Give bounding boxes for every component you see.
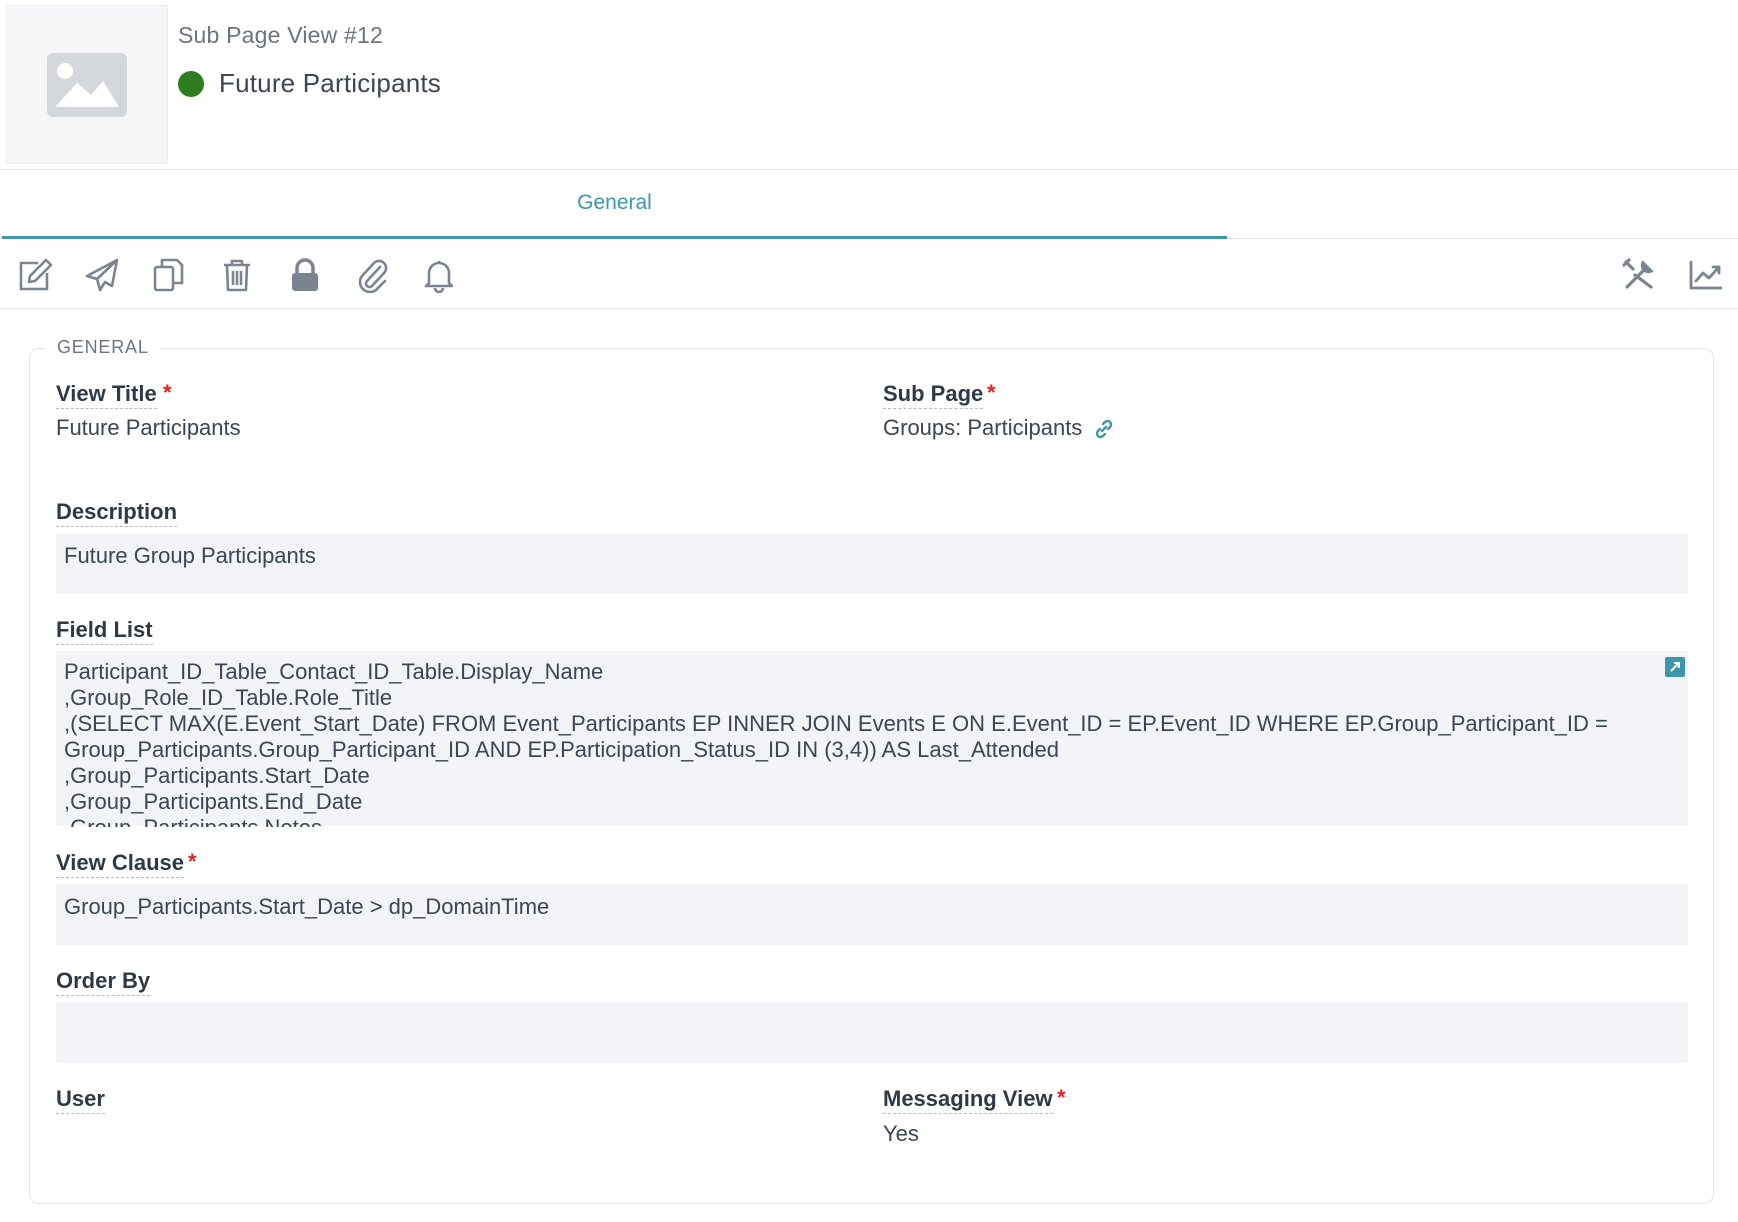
paperclip-icon [358,259,388,293]
field-list-label: Field List [56,617,153,645]
required-asterisk: * [987,380,996,405]
tab-general[interactable]: General [2,170,1227,239]
notification-button[interactable] [419,255,459,295]
view-clause-value: Group_Participants.Start_Date > dp_Domai… [64,894,550,919]
field-list-value: Participant_ID_Table_Contact_ID_Table.Di… [64,659,1608,827]
bell-icon [424,261,454,293]
messaging-view-label: Messaging View [883,1086,1053,1114]
record-header: Sub Page View #12 Future Participants [0,0,1738,170]
sub-page-value-row: Groups: Participants [883,415,1114,441]
view-clause-field[interactable]: Group_Participants.Start_Date > dp_Domai… [56,884,1688,945]
send-icon [85,258,119,292]
record-toolbar [0,239,1738,309]
edit-icon [19,258,53,291]
tools-icon [1622,258,1654,289]
required-asterisk: * [188,849,197,874]
order-by-label: Order By [56,968,151,996]
view-clause-label: View Clause [56,850,184,878]
lock-icon [292,258,318,291]
view-title-value: Future Participants [56,415,241,440]
chart-icon [1689,260,1723,290]
lock-button[interactable] [285,255,325,295]
required-asterisk: * [163,380,172,405]
analytics-button[interactable] [1686,255,1726,295]
copy-button[interactable] [149,255,189,295]
description-field[interactable]: Future Group Participants [56,533,1688,594]
record-title-row: Future Participants [178,68,441,99]
section-legend: GENERAL [45,337,161,358]
tab-general-label: General [577,191,652,214]
image-icon [47,53,127,117]
description-value: Future Group Participants [64,543,316,568]
copy-icon [153,258,184,292]
sub-page-value: Groups: Participants [883,415,1083,440]
messaging-view-value: Yes [883,1121,919,1146]
expand-button[interactable] [1665,657,1685,677]
user-label: User [56,1086,105,1114]
delete-button[interactable] [217,255,257,295]
view-title-label: View Title [56,381,157,409]
record-title: Future Participants [219,68,442,98]
sub-page-label: Sub Page [883,381,984,409]
link-icon[interactable] [1094,419,1114,439]
tools-button[interactable] [1619,255,1659,295]
description-label: Description [56,499,178,527]
edit-button[interactable] [15,255,55,295]
status-dot-icon [178,70,204,97]
order-by-field[interactable] [56,1002,1688,1063]
attach-button[interactable] [352,255,392,295]
record-image-placeholder[interactable] [6,5,168,164]
record-subtitle: Sub Page View #12 [178,22,384,48]
tab-bar: General [0,170,1738,239]
required-asterisk: * [1057,1085,1066,1110]
send-button[interactable] [82,255,122,295]
expand-icon [1670,662,1680,672]
trash-icon [224,259,250,292]
field-list-field[interactable]: Participant_ID_Table_Contact_ID_Table.Di… [56,651,1688,827]
